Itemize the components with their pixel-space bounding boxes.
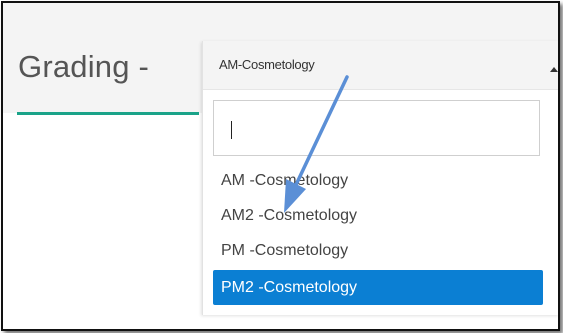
- screenshot-frame: Grading - AM-Cosmetology AM -Cosmetology…: [1, 1, 560, 331]
- annotation-arrow-icon: [284, 75, 349, 213]
